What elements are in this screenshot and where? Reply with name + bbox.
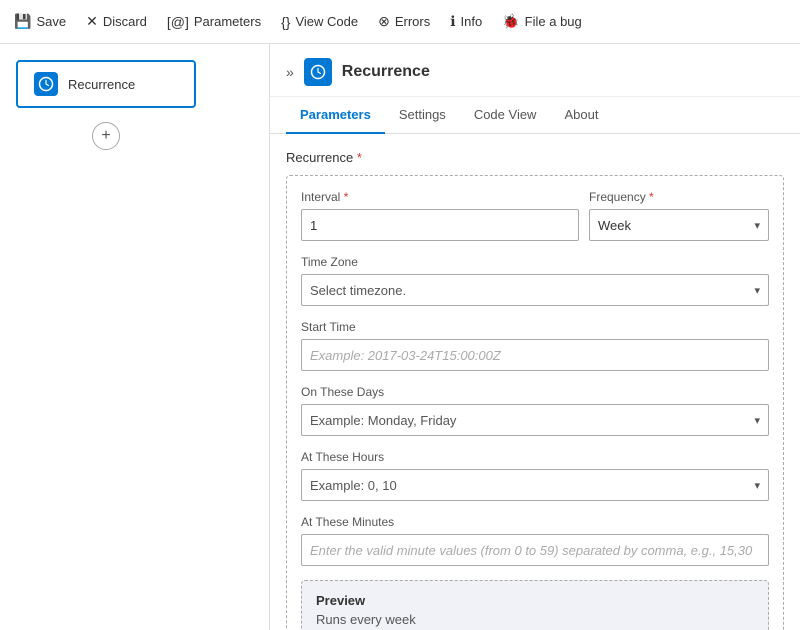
on-these-days-group: On These Days Example: Monday, Friday ▾ xyxy=(301,385,769,436)
interval-group: Interval * xyxy=(301,190,579,241)
panel-title: Recurrence xyxy=(342,63,430,81)
preview-box: Preview Runs every week xyxy=(301,580,769,630)
tab-about[interactable]: About xyxy=(550,97,612,134)
tab-settings[interactable]: Settings xyxy=(385,97,460,134)
frequency-select[interactable]: Week ▾ xyxy=(589,209,769,241)
panel-title-icon xyxy=(304,58,332,86)
recurrence-form: Interval * Frequency * Week ▾ xyxy=(286,175,784,630)
frequency-label: Frequency * xyxy=(589,190,769,204)
discard-button[interactable]: ✕ Discard xyxy=(84,9,149,34)
timezone-label: Time Zone xyxy=(301,255,769,269)
add-step-button[interactable]: + xyxy=(92,122,120,150)
panel-header: » Recurrence xyxy=(270,44,800,97)
node-label: Recurrence xyxy=(68,77,135,92)
timezone-select[interactable]: Select timezone. ▾ xyxy=(301,274,769,306)
parameters-button[interactable]: [@] Parameters xyxy=(165,10,263,34)
bug-icon: 🐞 xyxy=(502,13,519,30)
frequency-group: Frequency * Week ▾ xyxy=(589,190,769,241)
recurrence-node[interactable]: Recurrence xyxy=(16,60,196,108)
at-these-hours-select[interactable]: Example: 0, 10 ▾ xyxy=(301,469,769,501)
errors-button[interactable]: ⊗ Errors xyxy=(376,9,432,34)
chevron-down-icon: ▾ xyxy=(754,219,760,232)
chevron-down-icon: ▾ xyxy=(754,414,760,427)
start-time-label: Start Time xyxy=(301,320,769,334)
discard-icon: ✕ xyxy=(86,13,98,30)
save-icon: 💾 xyxy=(14,13,31,30)
tab-code-view[interactable]: Code View xyxy=(460,97,551,134)
chevron-down-icon: ▾ xyxy=(754,479,760,492)
tabs-bar: Parameters Settings Code View About xyxy=(270,97,800,134)
recurrence-section-label: Recurrence * xyxy=(286,150,784,165)
timezone-group: Time Zone Select timezone. ▾ xyxy=(301,255,769,306)
chevron-down-icon: ▾ xyxy=(754,284,760,297)
at-these-minutes-input[interactable] xyxy=(301,534,769,566)
on-these-days-select[interactable]: Example: Monday, Friday ▾ xyxy=(301,404,769,436)
parameters-icon: [@] xyxy=(167,14,189,30)
interval-frequency-row: Interval * Frequency * Week ▾ xyxy=(301,190,769,241)
file-bug-button[interactable]: 🐞 File a bug xyxy=(500,9,584,34)
info-button[interactable]: ℹ Info xyxy=(448,9,484,34)
main-layout: Recurrence + » Recurrence Parameters xyxy=(0,44,800,630)
at-these-minutes-group: At These Minutes xyxy=(301,515,769,566)
start-time-group: Start Time xyxy=(301,320,769,371)
expand-icon[interactable]: » xyxy=(286,64,294,80)
info-icon: ℹ xyxy=(450,13,455,30)
node-icon xyxy=(34,72,58,96)
left-panel: Recurrence + xyxy=(0,44,270,630)
errors-icon: ⊗ xyxy=(378,13,390,30)
on-these-days-label: On These Days xyxy=(301,385,769,399)
interval-label: Interval * xyxy=(301,190,579,204)
toolbar: 💾 Save ✕ Discard [@] Parameters {} View … xyxy=(0,0,800,44)
at-these-minutes-label: At These Minutes xyxy=(301,515,769,529)
code-icon: {} xyxy=(281,14,290,30)
save-button[interactable]: 💾 Save xyxy=(12,9,68,34)
tab-parameters[interactable]: Parameters xyxy=(286,97,385,134)
right-panel: » Recurrence Parameters Settings Code Vi… xyxy=(270,44,800,630)
interval-input[interactable] xyxy=(301,209,579,241)
preview-text: Runs every week xyxy=(316,612,754,627)
parameters-content: Recurrence * Interval * Freque xyxy=(270,134,800,630)
start-time-input[interactable] xyxy=(301,339,769,371)
at-these-hours-group: At These Hours Example: 0, 10 ▾ xyxy=(301,450,769,501)
at-these-hours-label: At These Hours xyxy=(301,450,769,464)
preview-title: Preview xyxy=(316,593,754,608)
view-code-button[interactable]: {} View Code xyxy=(279,10,360,34)
